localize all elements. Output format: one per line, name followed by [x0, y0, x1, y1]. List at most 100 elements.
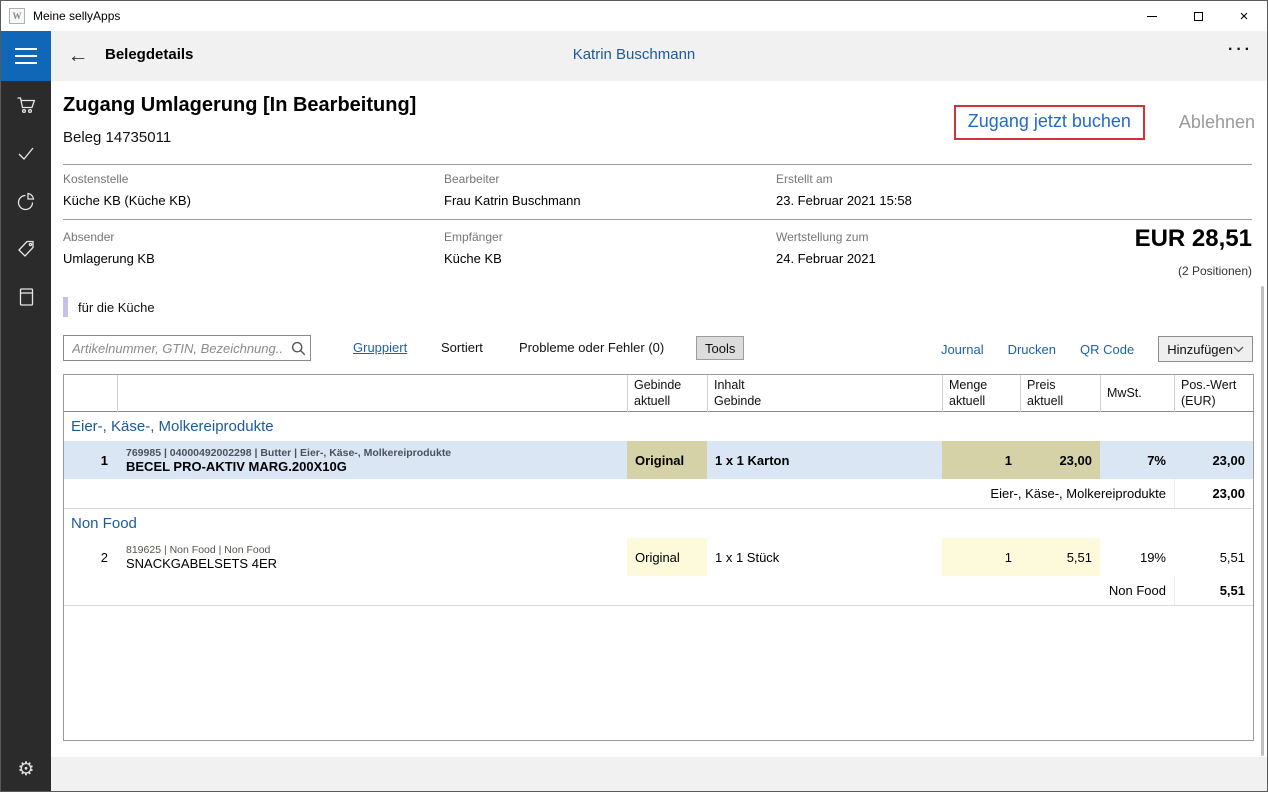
bearbeiter-value: Frau Katrin Buschmann: [444, 193, 581, 208]
app-window: W Meine sellyApps × ← Belegdetails Katri…: [0, 0, 1268, 792]
chevron-down-icon: [1233, 346, 1244, 353]
gebinde-cell[interactable]: Original: [627, 538, 707, 576]
menge-cell[interactable]: 1: [942, 538, 1020, 576]
maximize-button[interactable]: [1175, 1, 1221, 31]
sidebar-item-approvals[interactable]: [1, 129, 51, 177]
journal-link[interactable]: Journal: [941, 342, 984, 357]
kostenstelle-label: Kostenstelle: [63, 172, 128, 186]
divider: [63, 164, 1252, 165]
header-mwst[interactable]: MwSt.: [1100, 375, 1174, 412]
add-button-label: Hinzufügen: [1167, 342, 1233, 357]
appbar: ← Belegdetails Katrin Buschmann ···: [1, 31, 1267, 81]
subtotal-label: Eier-, Käse-, Molkereiprodukte: [64, 479, 1174, 508]
inhalt-cell: 1 x 1 Karton: [707, 441, 942, 479]
wertstellung-label: Wertstellung zum: [776, 230, 868, 244]
problems-toggle[interactable]: Probleme oder Fehler (0): [519, 340, 664, 355]
preis-cell[interactable]: 23,00: [1020, 441, 1100, 479]
maximize-icon: [1194, 12, 1203, 21]
current-user: Katrin Buschmann: [1, 46, 1267, 63]
header-description: [117, 375, 627, 412]
close-button[interactable]: ×: [1221, 1, 1267, 31]
add-dropdown-button[interactable]: Hinzufügen: [1158, 336, 1253, 362]
article-description: 819625 | Non Food | Non Food SNACKGABELS…: [117, 538, 627, 576]
group-subtotal-row: Non Food 5,51: [64, 576, 1253, 606]
more-options-button[interactable]: ···: [1228, 41, 1253, 59]
article-meta: 819625 | Non Food | Non Food: [126, 544, 270, 556]
header-poswert[interactable]: Pos.-Wert (EUR): [1174, 375, 1253, 412]
absender-label: Absender: [63, 230, 114, 244]
tag-icon: [15, 238, 37, 260]
sidebar-item-cart[interactable]: [1, 81, 51, 129]
inhalt-cell: 1 x 1 Stück: [707, 538, 942, 576]
vertical-scrollbar[interactable]: [1261, 286, 1264, 756]
article-name: BECEL PRO-AKTIV MARG.200X10G: [126, 459, 347, 474]
positions-toolbar: Gruppiert Sortiert Probleme oder Fehler …: [63, 335, 1253, 363]
menge-cell[interactable]: 1: [942, 441, 1020, 479]
poswert-cell: 23,00: [1174, 441, 1253, 479]
article-description: 769985 | 04000492002298 | Butter | Eier-…: [117, 441, 627, 479]
search-input[interactable]: [64, 341, 286, 356]
book-now-button[interactable]: Zugang jetzt buchen: [954, 105, 1145, 140]
pie-chart-icon: [15, 190, 37, 212]
close-icon: ×: [1240, 9, 1249, 24]
positions-table: Gebinde aktuell Inhalt Gebinde Menge akt…: [63, 374, 1254, 741]
check-icon: [15, 142, 37, 164]
header-gebinde[interactable]: Gebinde aktuell: [627, 375, 707, 412]
document-actions: Zugang jetzt buchen Ablehnen: [954, 105, 1255, 140]
header-inhalt[interactable]: Inhalt Gebinde: [707, 375, 942, 412]
main-content: Zugang Umlagerung [In Bearbeitung] Beleg…: [51, 81, 1267, 791]
reject-button[interactable]: Ablehnen: [1179, 112, 1255, 133]
header-rownum: [64, 375, 117, 412]
mwst-cell: 19%: [1100, 538, 1174, 576]
window-controls: ×: [1129, 1, 1267, 31]
current-user-link[interactable]: Katrin Buschmann: [573, 46, 696, 63]
header-menge[interactable]: Menge aktuell: [942, 375, 1020, 412]
sidebar-item-catalog[interactable]: [1, 273, 51, 321]
table-row[interactable]: 1 769985 | 04000492002298 | Butter | Eie…: [64, 441, 1253, 479]
empfaenger-label: Empfänger: [444, 230, 503, 244]
toolbar-right-actions: Journal Drucken QR Code Hinzufügen: [941, 335, 1253, 363]
cart-icon: [15, 94, 37, 116]
group-subtotal-row: Eier-, Käse-, Molkereiprodukte 23,00: [64, 479, 1253, 509]
search-box: [63, 335, 311, 361]
table-header-row: Gebinde aktuell Inhalt Gebinde Menge akt…: [64, 375, 1253, 412]
qr-code-link[interactable]: QR Code: [1080, 342, 1134, 357]
note-color-bar: [63, 297, 68, 317]
subtotal-label: Non Food: [64, 576, 1174, 605]
sorted-toggle[interactable]: Sortiert: [441, 340, 483, 355]
gebinde-cell[interactable]: Original: [627, 441, 707, 479]
sidebar-item-reports[interactable]: [1, 177, 51, 225]
mwst-cell: 7%: [1100, 441, 1174, 479]
divider: [63, 219, 1252, 220]
group-header: Eier-, Käse-, Molkereiprodukte: [64, 412, 1253, 441]
document-number: Beleg 14735011: [63, 129, 171, 146]
sidebar-nav: ⚙: [1, 81, 51, 791]
book-icon: [15, 286, 37, 308]
minimize-button[interactable]: [1129, 1, 1175, 31]
wertstellung-value: 24. Februar 2021: [776, 251, 876, 266]
bearbeiter-label: Bearbeiter: [444, 172, 499, 186]
header-preis[interactable]: Preis aktuell: [1020, 375, 1100, 412]
article-name: SNACKGABELSETS 4ER: [126, 556, 277, 571]
document-title: Zugang Umlagerung [In Bearbeitung]: [63, 94, 416, 117]
kostenstelle-value: Küche KB (Küche KB): [63, 193, 191, 208]
document-total: EUR 28,51: [1135, 225, 1252, 253]
bottom-command-strip: [51, 757, 1267, 791]
preis-cell[interactable]: 5,51: [1020, 538, 1100, 576]
empfaenger-value: Küche KB: [444, 251, 502, 266]
note-text: für die Küche: [78, 300, 155, 315]
row-number: 1: [64, 441, 117, 479]
minimize-icon: [1147, 16, 1157, 17]
search-icon[interactable]: [286, 341, 310, 356]
tools-button[interactable]: Tools: [696, 336, 744, 360]
sidebar-item-pricing[interactable]: [1, 225, 51, 273]
titlebar: W Meine sellyApps ×: [1, 1, 1267, 31]
document-note: für die Küche: [63, 297, 155, 317]
erstellt-am-value: 23. Februar 2021 15:58: [776, 193, 912, 208]
row-number: 2: [64, 538, 117, 576]
settings-button[interactable]: ⚙: [1, 749, 51, 789]
grouped-toggle[interactable]: Gruppiert: [353, 340, 407, 355]
table-row[interactable]: 2 819625 | Non Food | Non Food SNACKGABE…: [64, 538, 1253, 576]
document-position-count: (2 Positionen): [1178, 264, 1252, 278]
print-link[interactable]: Drucken: [1008, 342, 1056, 357]
